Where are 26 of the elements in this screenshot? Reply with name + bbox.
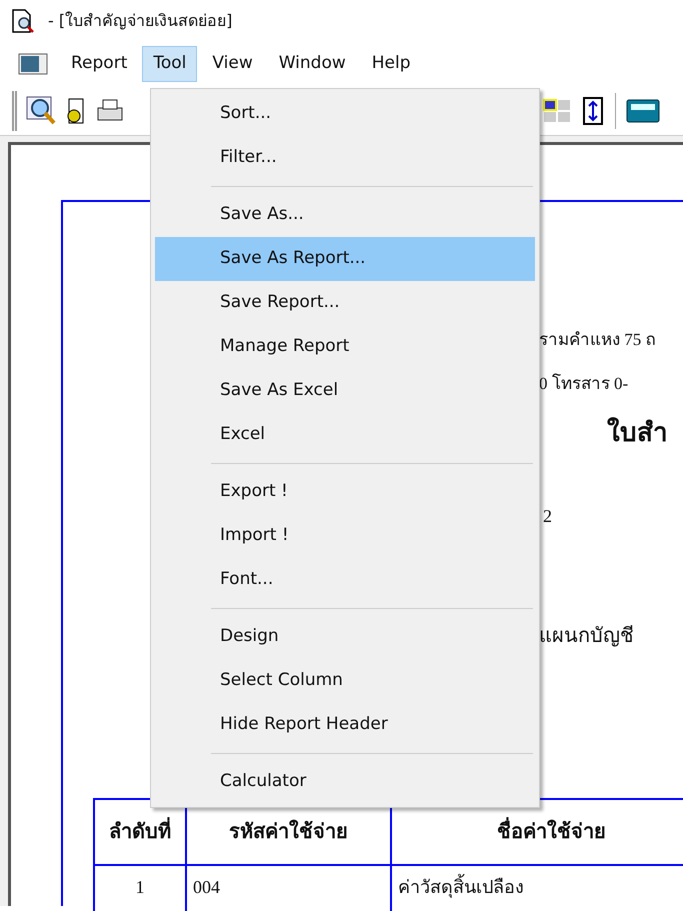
menu-item[interactable]: Select Column [155, 659, 535, 703]
menu-item[interactable]: Filter... [155, 136, 535, 180]
menu-item[interactable]: Design [155, 615, 535, 659]
report-phone: 0 โทรสาร 0- [539, 372, 630, 395]
menu-item[interactable]: Manage Report [155, 325, 535, 369]
menu-item[interactable]: Font... [155, 558, 535, 602]
menu-item[interactable]: Save As Excel [155, 369, 535, 413]
menu-item[interactable]: Save Report... [155, 281, 535, 325]
menu-item[interactable]: Hide Report Header [155, 703, 535, 747]
menu-bar-item[interactable]: View [201, 46, 264, 82]
table-cell: 1 [94, 865, 186, 911]
menu-bar-item[interactable]: Help [360, 46, 422, 82]
menu-item[interactable]: Import ! [155, 514, 535, 558]
window-title: - [ใบสำคัญจ่ายเงินสดย่อย] [48, 10, 232, 32]
report-title: ใบสำ [606, 416, 669, 449]
menu-bar-item[interactable]: Report [60, 46, 138, 82]
menu-bar-item[interactable]: Window [268, 46, 357, 82]
menu-item[interactable]: Sort... [155, 92, 535, 136]
report-department: แผนกบัญชี [539, 624, 635, 649]
menu-item[interactable]: Export ! [155, 470, 535, 514]
menu-item[interactable]: Save As... [155, 193, 535, 237]
menu-item[interactable]: Excel [155, 413, 535, 457]
menu-bar-item[interactable]: Tool [142, 46, 198, 82]
report-address: รามคำแหง 75 ถ [539, 329, 656, 351]
report-number: 2 [542, 505, 553, 528]
menu-item[interactable]: Save As Report... [155, 237, 535, 281]
